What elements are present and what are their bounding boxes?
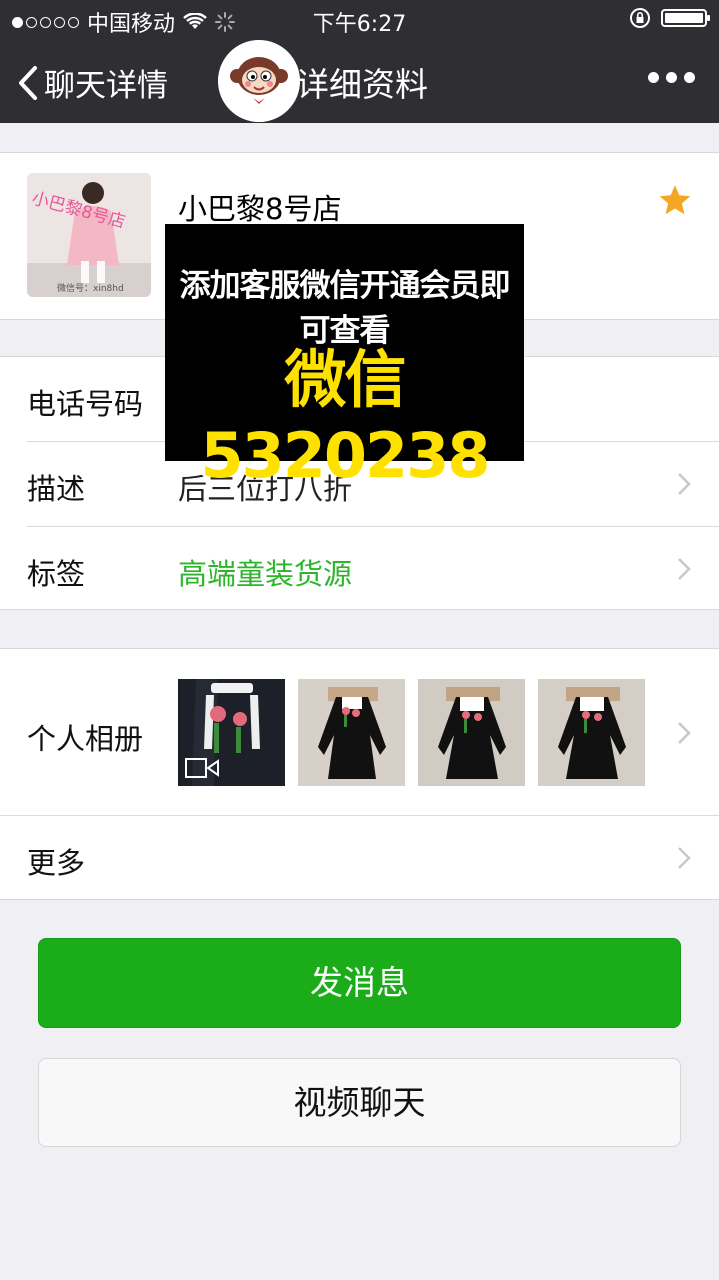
- album-card: 个人相册 更多: [0, 648, 719, 900]
- promo-overlay: 添加客服微信开通会员即可查看 微信5320238: [165, 224, 524, 492]
- chevron-right-icon[interactable]: [677, 721, 691, 745]
- promo-line2: 微信5320238: [200, 343, 491, 492]
- avatar-image: 小巴黎8号店 微信号：xin8hd: [27, 173, 151, 297]
- chevron-left-icon: [19, 65, 37, 100]
- more-label: 更多: [27, 846, 86, 880]
- more-row[interactable]: 更多: [0, 816, 719, 899]
- chevron-right-icon: [678, 847, 691, 869]
- album-thumbnail[interactable]: [178, 679, 285, 786]
- chevron-right-icon: [678, 558, 691, 580]
- avatar-watermark: 微信号：xin8hd: [57, 282, 124, 294]
- tag-value: 高端童装货源: [178, 557, 353, 591]
- video-chat-button[interactable]: 视频聊天: [38, 1058, 681, 1147]
- status-bar: 中国移动 下午6:27: [0, 0, 719, 38]
- profile-name: 小巴黎8号店: [178, 192, 342, 226]
- album-thumbnail[interactable]: [298, 679, 405, 786]
- back-label: 聊天详情: [44, 68, 168, 104]
- page-title: 详细资料: [296, 65, 428, 104]
- album-thumbnails[interactable]: [178, 679, 645, 786]
- nav-bar: 聊天详情 详细资料: [0, 38, 719, 123]
- star-icon[interactable]: [657, 183, 693, 219]
- tag-row[interactable]: 标签 高端童装货源: [0, 527, 719, 611]
- top-bar: 中国移动 下午6:27 聊天详情 详细资料: [0, 0, 719, 123]
- description-label: 描述: [27, 472, 86, 506]
- more-dots-icon: [648, 72, 659, 83]
- tag-label: 标签: [27, 557, 86, 591]
- album-label: 个人相册: [27, 722, 144, 756]
- orientation-lock-icon: [630, 8, 650, 28]
- profile-avatar[interactable]: 小巴黎8号店 微信号：xin8hd: [27, 173, 151, 297]
- monkey-logo-icon: [218, 40, 300, 122]
- chevron-right-icon: [678, 473, 691, 495]
- album-thumbnail[interactable]: [538, 679, 645, 786]
- more-options-button[interactable]: [648, 72, 695, 83]
- battery-icon: [661, 9, 710, 27]
- phone-label: 电话号码: [27, 387, 144, 421]
- album-thumbnail[interactable]: [418, 679, 525, 786]
- back-button[interactable]: 聊天详情: [18, 60, 168, 105]
- status-time: 下午6:27: [312, 12, 407, 37]
- send-message-button[interactable]: 发消息: [38, 938, 681, 1028]
- status-right: [629, 7, 710, 29]
